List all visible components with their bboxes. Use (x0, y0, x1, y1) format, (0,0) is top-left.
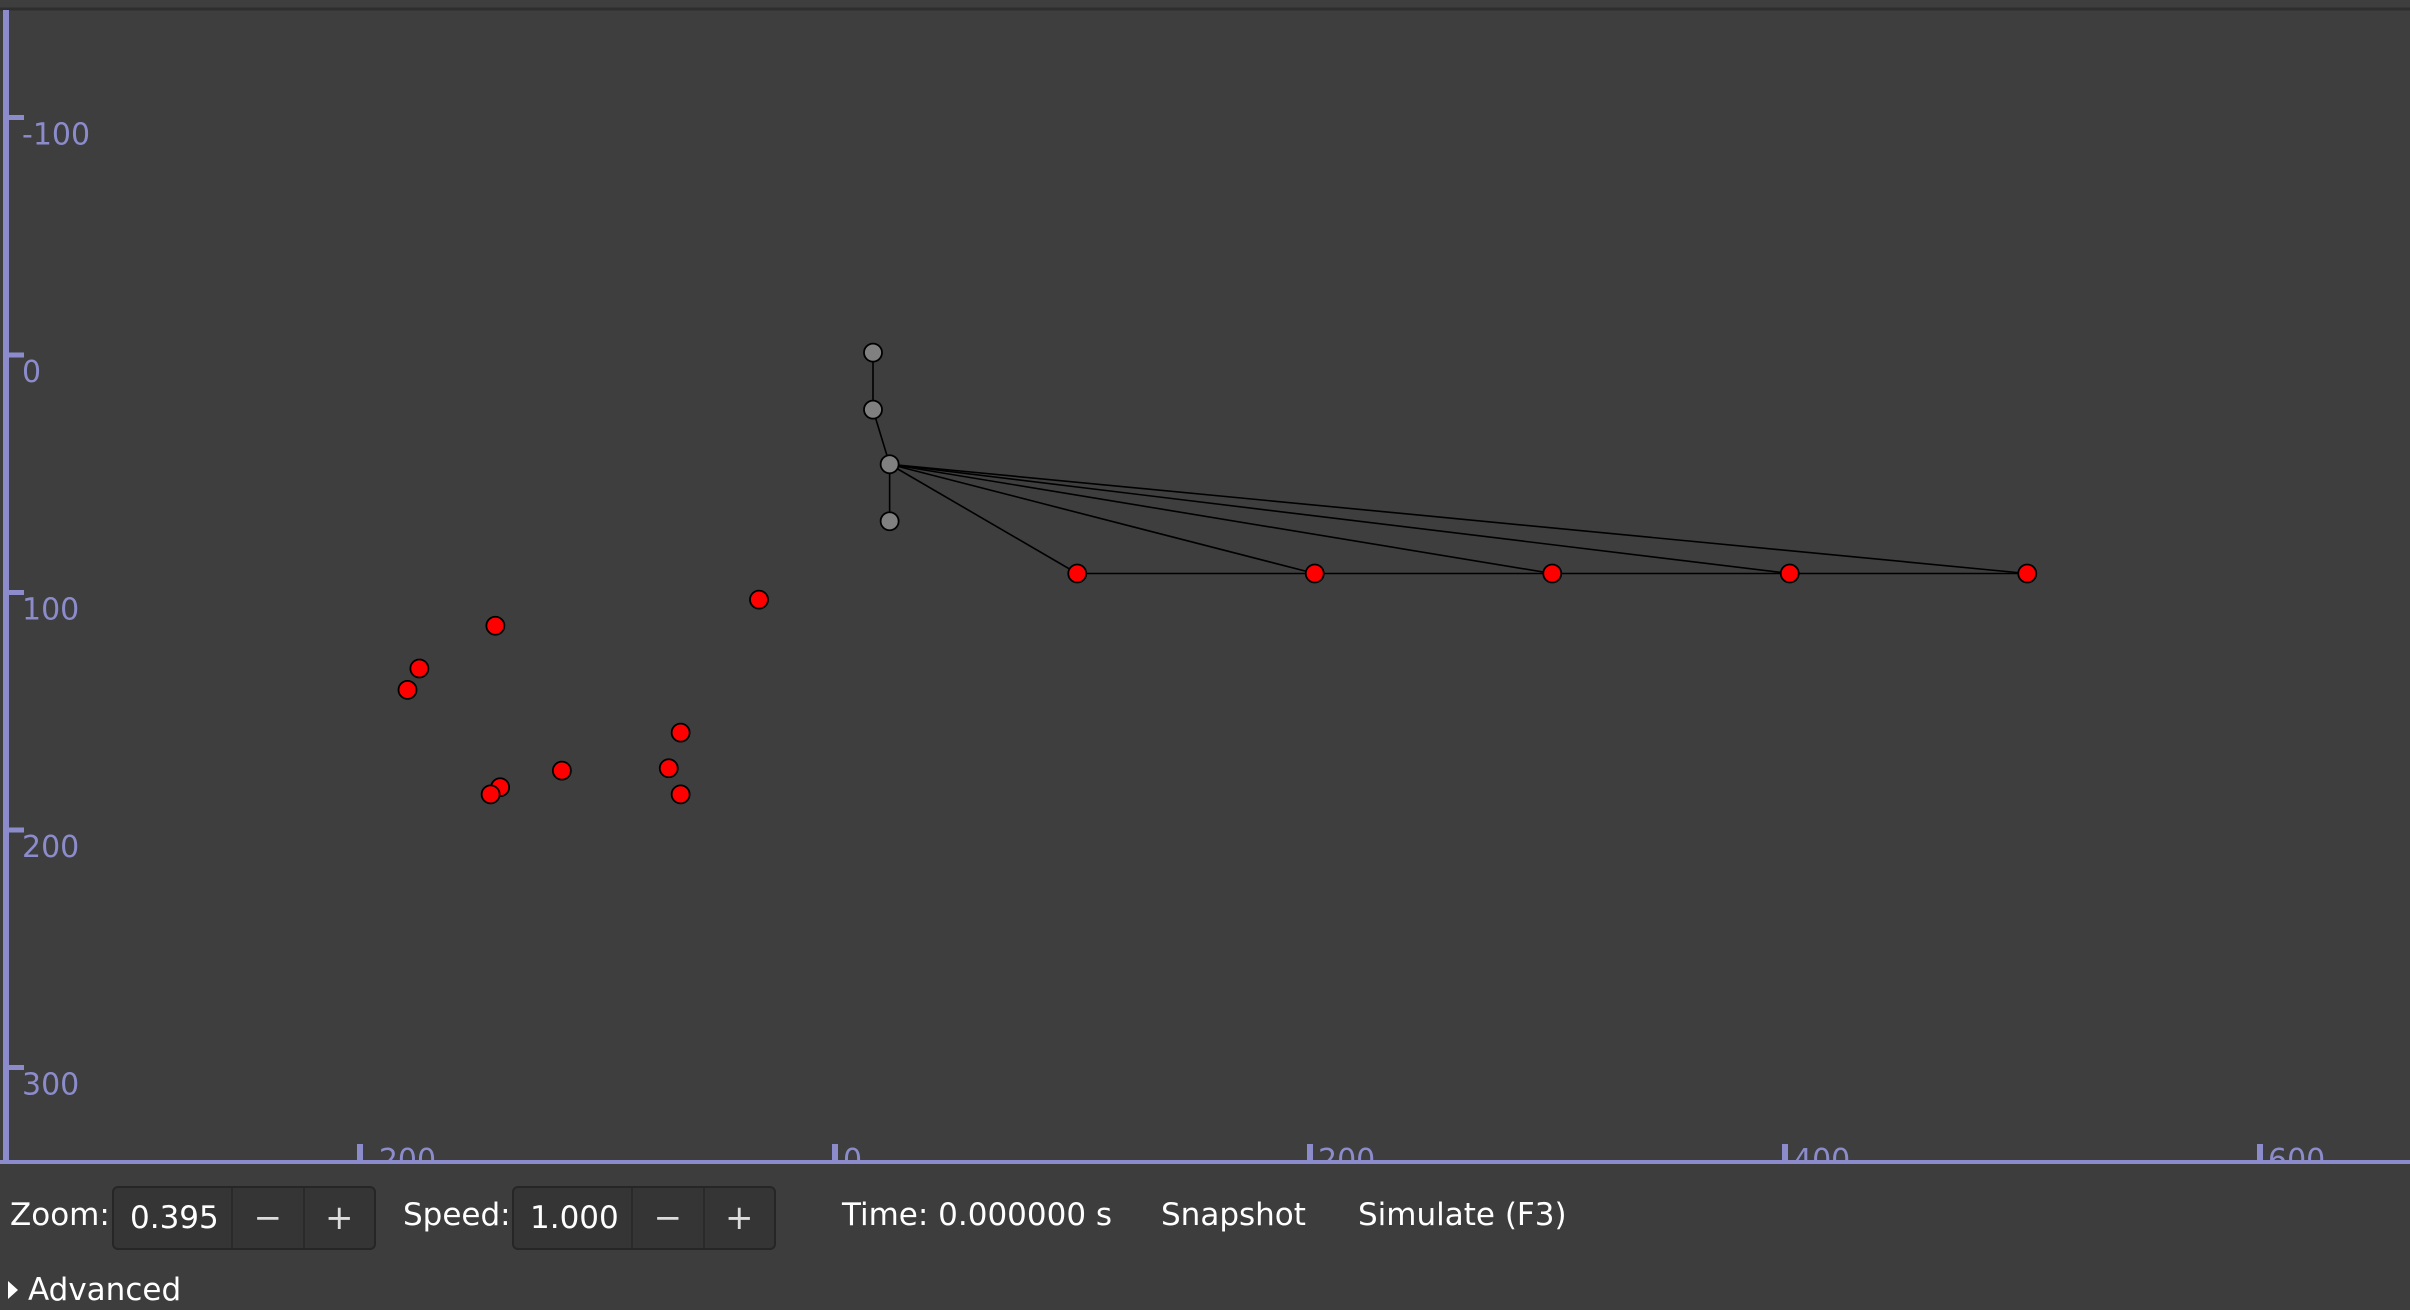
zoom-spinbox[interactable]: 0.395 − + (112, 1186, 376, 1250)
bottom-toolbar: Zoom: 0.395 − + Speed: 1.000 − + Time: 0… (0, 1164, 2410, 1276)
x-tick-label: 600 (2268, 1143, 2325, 1164)
free-node (480, 784, 501, 805)
spring-edge (889, 463, 1078, 575)
expand-arrow-icon (8, 1281, 18, 1299)
zoom-increment-button[interactable]: + (305, 1188, 374, 1248)
free-node (1542, 563, 1563, 584)
speed-decrement-button[interactable]: − (633, 1188, 705, 1248)
speed-label: Speed: (403, 1197, 511, 1233)
free-node (409, 658, 430, 679)
free-node (397, 679, 418, 700)
free-node (551, 760, 572, 781)
y-tick-label: 300 (22, 1068, 79, 1103)
free-node (749, 589, 769, 610)
zoom-label: Zoom: (10, 1197, 110, 1233)
speed-value[interactable]: 1.000 (514, 1188, 634, 1248)
fixed-node (863, 399, 883, 420)
x-tick-label: 400 (1793, 1143, 1850, 1164)
spring-edge (889, 463, 2028, 575)
free-node (1779, 563, 1800, 584)
snapshot-button[interactable]: Snapshot (1161, 1200, 1306, 1231)
free-node (658, 758, 679, 779)
y-tick-label: -100 (22, 118, 90, 153)
free-node (485, 615, 506, 636)
y-tick-label: 200 (22, 830, 79, 865)
spring-edge (889, 463, 1790, 575)
simulate-button[interactable]: Simulate (F3) (1358, 1200, 1567, 1231)
fixed-node (879, 454, 900, 475)
free-node (1067, 563, 1088, 584)
free-node (670, 784, 691, 805)
zoom-decrement-button[interactable]: − (233, 1188, 305, 1248)
fixed-node (879, 511, 900, 532)
x-tick-label: 200 (1318, 1143, 1375, 1164)
edges (872, 352, 2028, 575)
spring-edge (889, 463, 1315, 575)
time-readout: Time: 0.000000 s (842, 1197, 1113, 1233)
speed-increment-button[interactable]: + (705, 1188, 774, 1248)
fixed-node (863, 342, 883, 363)
axes: -100 0 100 200 300 -200 0 200 400 600 (0, 10, 2410, 1164)
free-node (670, 722, 691, 743)
advanced-expander[interactable]: Advanced (0, 1270, 181, 1310)
zoom-value[interactable]: 0.395 (114, 1188, 234, 1248)
simulation-canvas[interactable]: -100 0 100 200 300 -200 0 200 400 600 (0, 0, 2410, 1164)
free-node (2017, 563, 2038, 584)
app-window: -100 0 100 200 300 -200 0 200 400 600 Zoom: 0.395… (0, 0, 2410, 1310)
simulation-viewport[interactable]: -100 0 100 200 300 -200 0 200 400 600 (0, 0, 2410, 1164)
y-tick-label: 0 (22, 355, 41, 390)
x-tick-label: -200 (368, 1143, 436, 1164)
free-node (1304, 563, 1325, 584)
advanced-label: Advanced (28, 1272, 182, 1308)
y-tick-label: 100 (22, 593, 79, 628)
x-tick-label: 0 (843, 1143, 862, 1164)
speed-spinbox[interactable]: 1.000 − + (512, 1186, 776, 1250)
